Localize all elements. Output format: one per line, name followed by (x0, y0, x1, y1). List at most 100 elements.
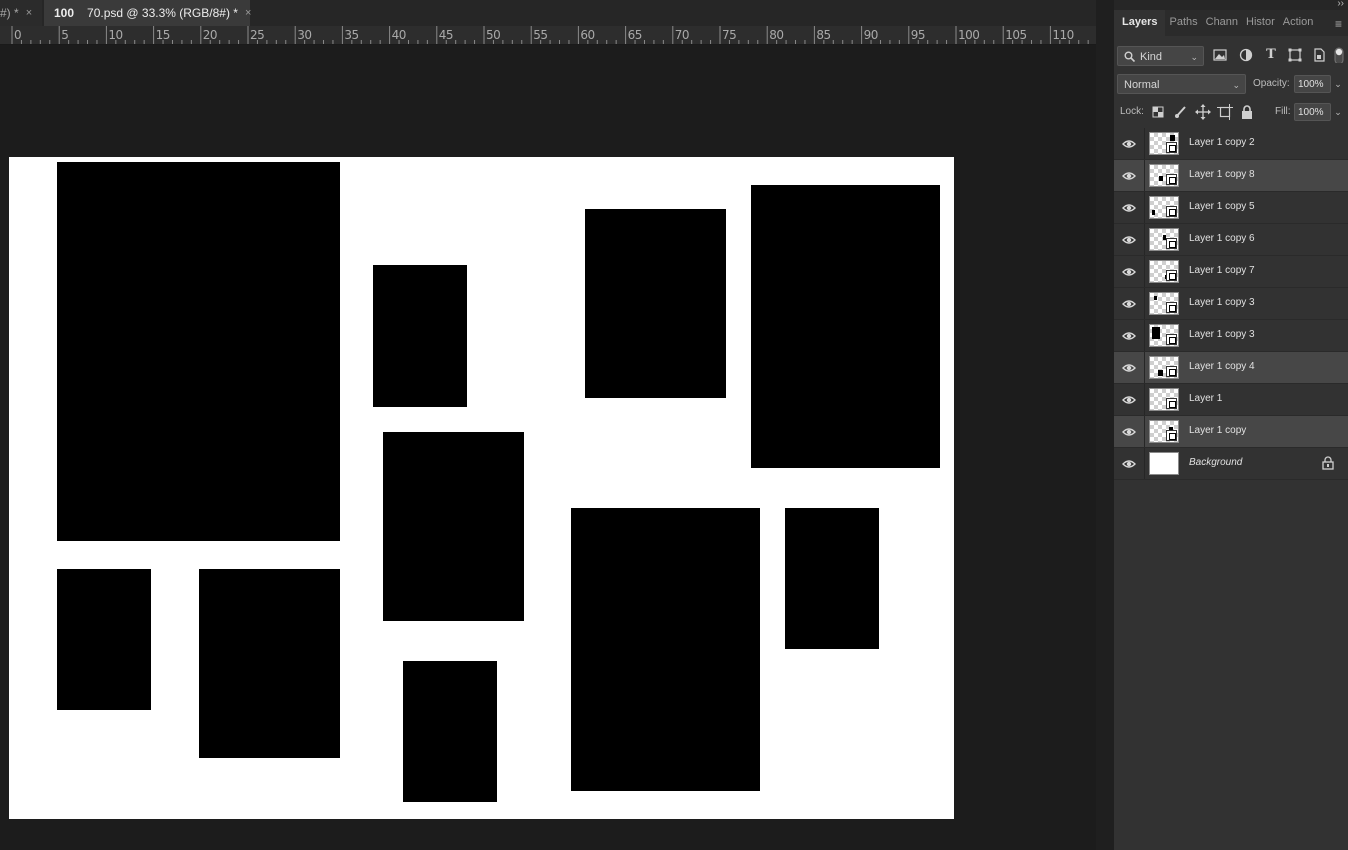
layer-name[interactable]: Layer 1 copy 4 (1189, 361, 1255, 372)
visibility-toggle[interactable] (1114, 384, 1144, 415)
lock-all-icon[interactable] (1239, 104, 1255, 120)
layer-thumbnail[interactable] (1149, 452, 1179, 475)
document-tab-active[interactable]: 100 70.psd @ 33.3% (RGB/8#) * × (44, 0, 251, 26)
layer-row[interactable]: Layer 1 copy 5 (1114, 192, 1348, 224)
ruler-label: 50 (486, 28, 501, 42)
visibility-toggle[interactable] (1114, 224, 1144, 255)
canvas-workspace[interactable] (0, 45, 1096, 850)
layer-name[interactable]: Layer 1 copy 7 (1189, 265, 1255, 276)
visibility-toggle[interactable] (1114, 128, 1144, 159)
horizontal-ruler[interactable]: 0 5 10 15 20 25 30 35 40 45 50 55 60 65 70 75 80 85 90 95 10… (0, 26, 1096, 45)
black-rectangle[interactable] (199, 569, 340, 758)
layer-thumbnail[interactable] (1149, 356, 1179, 379)
black-rectangle[interactable] (571, 508, 760, 791)
layer-name[interactable]: Layer 1 copy 8 (1189, 169, 1255, 180)
layer-row[interactable]: Layer 1 copy (1114, 416, 1348, 448)
lock-image-pixels-icon[interactable] (1173, 104, 1189, 120)
layer-thumbnail[interactable] (1149, 196, 1179, 219)
layer-name[interactable]: Layer 1 copy 6 (1189, 233, 1255, 244)
layer-name[interactable]: Background (1189, 457, 1242, 468)
visibility-toggle[interactable] (1114, 416, 1144, 447)
black-rectangle[interactable] (751, 185, 940, 468)
blend-mode-dropdown[interactable]: Normal ⌄ (1117, 74, 1246, 94)
layer-name[interactable]: Layer 1 copy 2 (1189, 137, 1255, 148)
tab-channels[interactable]: Chann (1202, 10, 1242, 36)
opacity-chevron-icon[interactable]: ⌄ (1331, 77, 1345, 91)
shape-filter-icon[interactable] (1287, 47, 1303, 63)
tab-history[interactable]: Histor (1242, 10, 1279, 36)
document-tab-previous[interactable]: #) * × (0, 0, 42, 26)
layer-row[interactable]: Layer 1 (1114, 384, 1348, 416)
smart-object-badge-icon (1166, 302, 1177, 313)
panel-menu-icon[interactable]: ≡ (1335, 17, 1342, 31)
adjustment-filter-icon[interactable] (1238, 47, 1254, 63)
visibility-toggle[interactable] (1114, 288, 1144, 319)
panel-divider[interactable] (1096, 0, 1114, 850)
black-rectangle[interactable] (57, 162, 340, 541)
black-rectangle[interactable] (585, 209, 726, 398)
tab-title-text: 70.psd @ 33.3% (RGB/8#) * (87, 6, 238, 20)
fill-label: Fill: (1275, 106, 1291, 117)
layer-filter-row: Kind ⌄ T (1114, 44, 1348, 68)
layer-thumbnail[interactable] (1149, 132, 1179, 155)
collapse-icon[interactable]: ›› (1337, 0, 1344, 9)
smart-object-filter-icon[interactable] (1311, 47, 1327, 63)
layer-row[interactable]: Layer 1 copy 4 (1114, 352, 1348, 384)
close-icon[interactable]: × (245, 7, 251, 19)
tab-paths[interactable]: Paths (1165, 10, 1201, 36)
visibility-toggle[interactable] (1114, 352, 1144, 383)
layer-row[interactable]: Layer 1 copy 7 (1114, 256, 1348, 288)
layer-name[interactable]: Layer 1 (1189, 393, 1222, 404)
fill-field[interactable]: 100% (1294, 103, 1331, 121)
layer-row[interactable]: Layer 1 copy 2 (1114, 128, 1348, 160)
tab-actions[interactable]: Action (1279, 10, 1318, 36)
layer-name[interactable]: Layer 1 copy 5 (1189, 201, 1255, 212)
row-separator (1144, 192, 1145, 223)
filter-toggle-icon[interactable] (1333, 47, 1348, 63)
type-filter-icon[interactable]: T (1263, 47, 1279, 63)
black-rectangle[interactable] (383, 432, 524, 621)
layer-name[interactable]: Layer 1 copy 3 (1189, 297, 1255, 308)
visibility-toggle[interactable] (1114, 448, 1144, 479)
document-tab-bar: #) * × 100 70.psd @ 33.3% (RGB/8#) * × (0, 0, 1096, 26)
layer-row[interactable]: Layer 1 copy 6 (1114, 224, 1348, 256)
close-icon[interactable]: × (26, 7, 32, 19)
visibility-toggle[interactable] (1114, 256, 1144, 287)
layer-thumbnail[interactable] (1149, 228, 1179, 251)
layer-thumbnail[interactable] (1149, 324, 1179, 347)
black-rectangle[interactable] (373, 265, 467, 407)
layer-thumbnail[interactable] (1149, 292, 1179, 315)
layer-thumbnail[interactable] (1149, 420, 1179, 443)
lock-transparent-pixels-icon[interactable] (1150, 104, 1166, 120)
pixel-filter-icon[interactable] (1212, 47, 1228, 63)
layer-name[interactable]: Layer 1 copy 3 (1189, 329, 1255, 340)
layer-name[interactable]: Layer 1 copy (1189, 425, 1246, 436)
filter-kind-dropdown[interactable]: Kind ⌄ (1117, 46, 1204, 66)
visibility-toggle[interactable] (1114, 320, 1144, 351)
row-separator (1144, 448, 1145, 479)
row-separator (1144, 128, 1145, 159)
layer-thumbnail[interactable] (1149, 388, 1179, 411)
eye-icon (1122, 140, 1136, 148)
opacity-field[interactable]: 100% (1294, 75, 1331, 93)
black-rectangle[interactable] (57, 569, 151, 710)
eye-icon (1122, 428, 1136, 436)
visibility-toggle[interactable] (1114, 192, 1144, 223)
smart-object-badge-icon (1166, 366, 1177, 377)
tab-layers[interactable]: Layers (1114, 10, 1166, 36)
layer-row[interactable]: Layer 1 copy 3 (1114, 288, 1348, 320)
layer-thumbnail[interactable] (1149, 164, 1179, 187)
layer-row[interactable]: Background (1114, 448, 1348, 480)
black-rectangle[interactable] (785, 508, 879, 649)
visibility-toggle[interactable] (1114, 160, 1144, 191)
layer-row[interactable]: Layer 1 copy 3 (1114, 320, 1348, 352)
ruler-label: 90 (863, 28, 879, 42)
layer-thumbnail[interactable] (1149, 260, 1179, 283)
black-rectangle[interactable] (403, 661, 497, 802)
lock-artboard-icon[interactable] (1217, 104, 1233, 120)
lock-position-icon[interactable] (1195, 104, 1211, 120)
fill-chevron-icon[interactable]: ⌄ (1331, 105, 1345, 119)
row-separator (1144, 352, 1145, 383)
document-canvas[interactable] (9, 157, 954, 819)
layer-row[interactable]: Layer 1 copy 8 (1114, 160, 1348, 192)
